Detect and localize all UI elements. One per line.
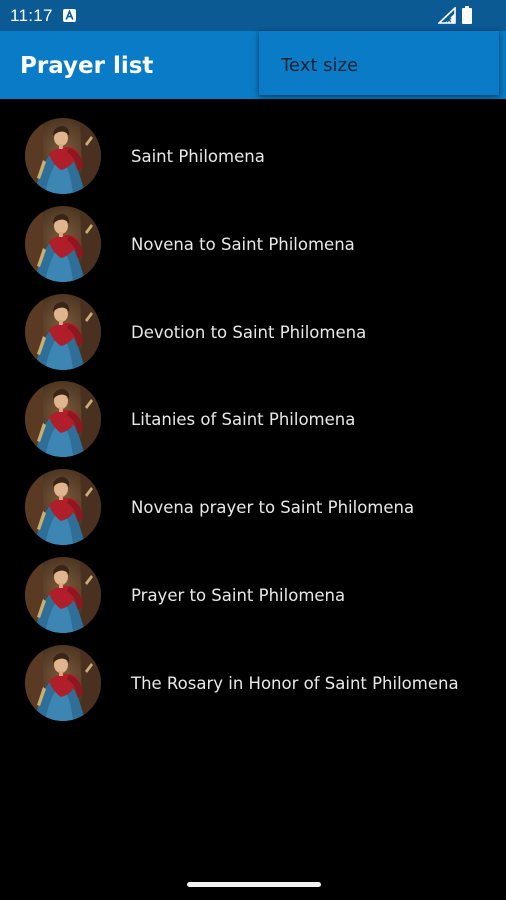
signal-icon — [438, 7, 456, 24]
list-item-label: Novena prayer to Saint Philomena — [131, 498, 415, 517]
saint-philomena-avatar — [25, 118, 101, 194]
list-item-label: Prayer to Saint Philomena — [131, 586, 346, 605]
saint-philomena-avatar — [25, 206, 101, 282]
list-item[interactable]: Prayer to Saint Philomena — [0, 557, 506, 637]
list-item[interactable]: Devotion to Saint Philomena — [0, 294, 506, 374]
list-item[interactable]: The Rosary in Honor of Saint Philomena — [0, 645, 506, 725]
saint-philomena-avatar — [25, 294, 101, 370]
list-item[interactable]: Litanies of Saint Philomena — [0, 381, 506, 461]
home-indicator[interactable] — [187, 882, 321, 887]
status-bar: 11:17 — [0, 0, 506, 31]
battery-icon — [462, 6, 472, 24]
overflow-menu: Text size — [259, 31, 499, 95]
saint-philomena-avatar — [25, 469, 101, 545]
saint-philomena-avatar — [25, 645, 101, 721]
list-item-label: Novena to Saint Philomena — [131, 235, 355, 254]
menu-item-text-size[interactable]: Text size — [281, 55, 358, 76]
saint-philomena-avatar — [25, 557, 101, 633]
list-item[interactable]: Novena prayer to Saint Philomena — [0, 469, 506, 549]
page-title: Prayer list — [20, 53, 154, 79]
a-notification-icon — [63, 9, 76, 22]
list-item-label: Litanies of Saint Philomena — [131, 410, 356, 429]
list-item-label: Saint Philomena — [131, 147, 265, 166]
list-item-label: The Rosary in Honor of Saint Philomena — [131, 674, 459, 693]
saint-philomena-avatar — [25, 381, 101, 457]
status-time: 11:17 — [10, 6, 53, 25]
list-item[interactable]: Novena to Saint Philomena — [0, 206, 506, 286]
list-item-label: Devotion to Saint Philomena — [131, 323, 367, 342]
list-item[interactable]: Saint Philomena — [0, 118, 506, 198]
